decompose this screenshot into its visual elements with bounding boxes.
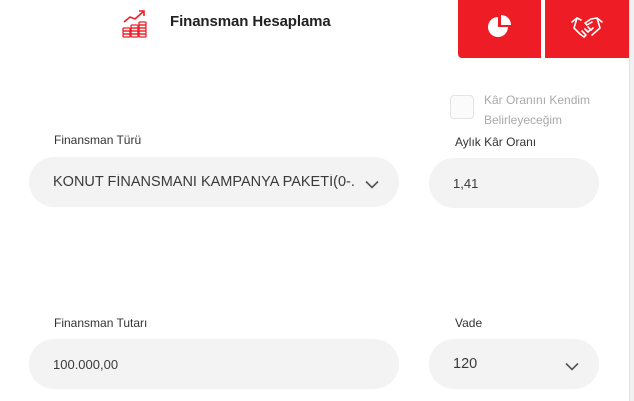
monthly-rate-value: 1,41 (453, 175, 479, 191)
scrollbar[interactable] (629, 0, 634, 401)
custom-rate-checkbox[interactable] (450, 95, 474, 119)
term-value: 120 (453, 356, 478, 372)
financing-amount-input[interactable]: 100.000,00 (29, 339, 399, 389)
finance-growth-icon (120, 8, 150, 40)
handshake-icon (570, 14, 604, 45)
financing-type-select[interactable]: KONUT FİNANSMANI KAMPANYA PAKETİ(0-... (29, 157, 399, 207)
chevron-down-icon (365, 178, 379, 189)
tab-calculation-chart[interactable] (458, 0, 541, 58)
tab-handshake[interactable] (545, 0, 629, 58)
financing-type-label: Finansman Türü (54, 133, 142, 147)
financing-amount-label: Finansman Tutarı (54, 316, 148, 330)
chevron-down-icon (565, 360, 579, 371)
financing-amount-value: 100.000,00 (53, 356, 119, 372)
page-title: Finansman Hesaplama (170, 13, 331, 30)
term-select[interactable]: 120 (429, 339, 599, 389)
monthly-rate-label: Aylık Kâr Oranı (455, 135, 537, 149)
pie-chart-icon (487, 14, 513, 45)
custom-rate-label: Kâr Oranını Kendim Belirleyeceğim (484, 93, 591, 127)
term-label: Vade (455, 316, 483, 330)
monthly-rate-input[interactable]: 1,41 (429, 158, 599, 208)
financing-type-value: KONUT FİNANSMANI KAMPANYA PAKETİ(0-... (53, 174, 355, 190)
